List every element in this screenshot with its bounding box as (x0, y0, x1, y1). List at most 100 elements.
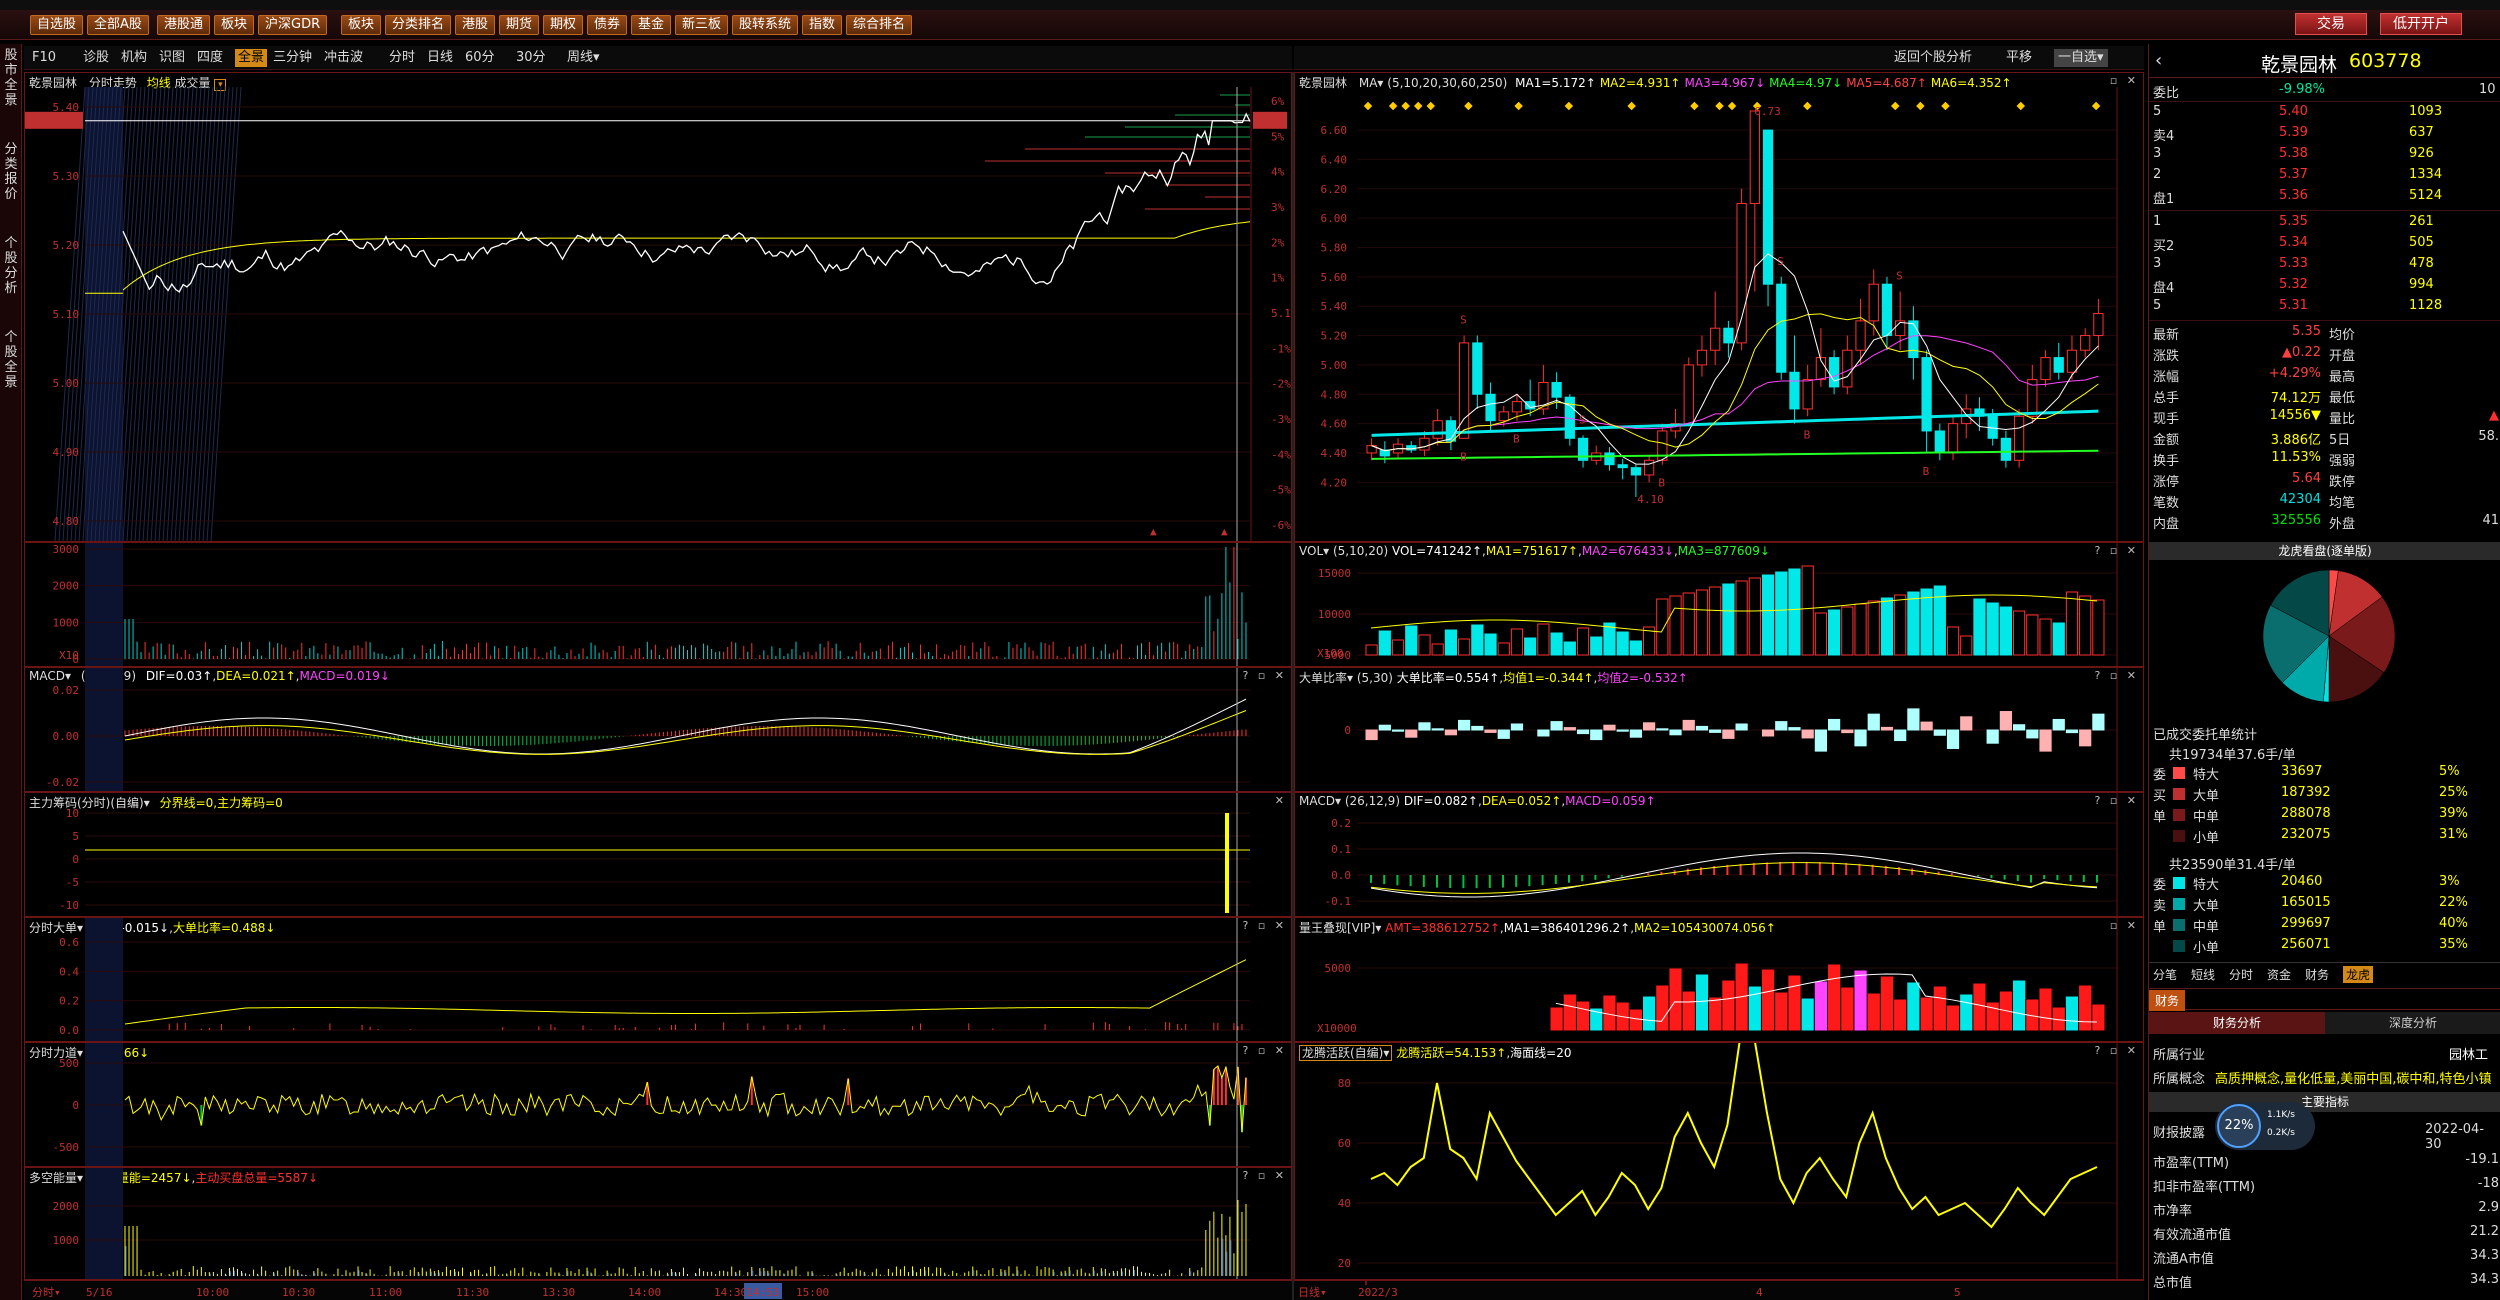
quote-tab-4[interactable]: 财务 (2305, 966, 2329, 983)
toolbar-item-11[interactable]: 30分 (516, 49, 546, 67)
zhuli-chart[interactable]: 10 5 0 -5 -10 (25, 793, 1291, 916)
net-up: 1.1K/s (2267, 1110, 2295, 1120)
ddb-bar (1431, 728, 1444, 731)
sell-volume-1[interactable]: 5124 (2409, 188, 2442, 203)
open-account-button[interactable]: 低开开户 (2380, 13, 2462, 35)
daily-macd-chart[interactable]: 0.2 0.1 0.0 -0.1 (1295, 793, 2143, 916)
sell-order-group: 共23590单31.4手/单委 特大 20460 3% 卖 大单 165015 22% 单 中单 2… (2149, 852, 2500, 962)
toolbar-item-0[interactable]: F10 (32, 49, 56, 67)
fin-tab[interactable]: 财务 (2149, 990, 2186, 1011)
ddb-bar (2026, 729, 2039, 739)
flat-button[interactable]: 平移 (2006, 49, 2032, 67)
daily-volume-chart[interactable]: 15000100005000X100 (1295, 543, 2143, 666)
toolbar-item-3[interactable]: 识图 (159, 49, 185, 67)
buy-volume-2[interactable]: 505 (2409, 235, 2434, 250)
menu-button-8[interactable]: 期货 (499, 15, 540, 35)
toolbar-item-4[interactable]: 四度 (197, 49, 223, 67)
sell-volume-3[interactable]: 926 (2409, 146, 2434, 161)
stat-value-4: 14556▼ (2269, 408, 2321, 423)
sell-volume-5[interactable]: 1093 (2409, 104, 2442, 119)
dlw-bar (1669, 968, 1682, 1031)
quote-tab-5[interactable]: 龙虎 (2343, 966, 2374, 983)
menu-button-11[interactable]: 基金 (631, 15, 672, 35)
buy-group-side-0: 委 (2153, 768, 2167, 783)
watchlist-dropdown[interactable]: 一自选▾ (2054, 49, 2108, 67)
sell-price-4: 5.39 (2279, 125, 2308, 140)
sidebar-tab-2[interactable]: 个股分析 (2, 236, 20, 296)
buy-volume-3[interactable]: 478 (2409, 256, 2434, 271)
back-arrow-icon[interactable]: ‹ (2155, 50, 2162, 71)
concept-value: 高质押概念,量化低量,美丽中国,碳中和,特色小镇 (2215, 1072, 2492, 1087)
quote-tab-0[interactable]: 分笔 (2153, 966, 2177, 983)
toolbar-item-5[interactable]: 全景 (235, 49, 268, 67)
sell-group-swatch-1 (2173, 898, 2185, 910)
menu-button-1[interactable]: 全部A股 (87, 15, 149, 35)
ddb-bar (1695, 725, 1709, 731)
toolbar-item-2[interactable]: 机构 (121, 49, 147, 67)
ddb-bar (1761, 729, 1775, 737)
fin-label-1: 扣非市盈率(TTM) (2153, 1180, 2256, 1195)
menu-button-5[interactable]: 板块 (341, 15, 382, 35)
intraday-price-chart[interactable]: 5.405.305.205.105.004.904.806%5%4%3%2%1%… (25, 73, 1291, 541)
dadan-chart[interactable]: 0.6 0.4 0.2 0.0 (25, 918, 1291, 1041)
quote-tab-1[interactable]: 短线 (2191, 966, 2215, 983)
toolbar-item-1[interactable]: 诊股 (83, 49, 109, 67)
divider (2149, 101, 2500, 102)
menu-button-13[interactable]: 股转系统 (732, 15, 799, 35)
sidebar-tab-1[interactable]: 分类报价 (2, 142, 20, 202)
ddb-bar (2013, 724, 2026, 731)
signal-diamond (1363, 101, 1373, 111)
duokong-chart[interactable]: 2000 1000 (25, 1168, 1291, 1279)
toolbar-item-7[interactable]: 冲击波 (324, 49, 363, 67)
intraday-volume-chart[interactable]: 3000200010000X10 (25, 543, 1291, 666)
dlw-bar (1709, 997, 1722, 1031)
zhuli-tick-label: -5 (66, 876, 79, 889)
buy-volume-5[interactable]: 1128 (2409, 298, 2442, 313)
daily-candlestick-chart[interactable]: 6.60 6.40 6.20 6.00 5.80 5.60 5.40 5.20 5.00 4.80… (1295, 73, 2143, 541)
menu-button-9[interactable]: 期权 (543, 15, 584, 35)
buy-volume-1[interactable]: 261 (2409, 214, 2434, 229)
daily-dadanbi-chart[interactable]: 0 (1295, 668, 2143, 791)
intraday-volume-panel: 3000 2000 1000 0 X10 (24, 542, 1292, 667)
sidebar-tab-0[interactable]: 股市全景 (2, 48, 20, 108)
menu-button-4[interactable]: 沪深GDR (258, 15, 328, 35)
menu-button-6[interactable]: 分类排名 (385, 15, 452, 35)
dvol-bar (1854, 603, 1867, 656)
sell-volume-4[interactable]: 637 (2409, 125, 2434, 140)
toolbar-item-8[interactable]: 分时 (389, 49, 415, 67)
quote-tab-3[interactable]: 资金 (2267, 966, 2291, 983)
pre-market-zone (85, 668, 123, 791)
signal-diamond (1464, 101, 1473, 111)
fin-subtab-deep[interactable]: 深度分析 (2325, 1012, 2500, 1034)
fin-subtab-analysis[interactable]: 财务分析 (2149, 1012, 2325, 1034)
menu-button-2[interactable]: 港股通 (157, 15, 211, 35)
menu-button-14[interactable]: 指数 (802, 15, 843, 35)
buy-volume-4[interactable]: 994 (2409, 277, 2434, 292)
sell-volume-2[interactable]: 1334 (2409, 167, 2442, 182)
daily-longteng-chart[interactable]: 80 60 40 20 (1295, 1043, 2143, 1279)
dvol-bar (1867, 600, 1880, 656)
trade-button[interactable]: 交易 (2295, 13, 2367, 35)
sidebar-tab-3[interactable]: 个股全景 (2, 330, 20, 390)
lidao-chart[interactable]: 500 0 -500 (25, 1043, 1291, 1166)
menu-button-10[interactable]: 债券 (587, 15, 628, 35)
pre-market-zone (85, 1168, 123, 1279)
toolbar-item-12[interactable]: 周线▾ (567, 49, 600, 67)
toolbar-item-9[interactable]: 日线 (427, 49, 453, 67)
quote-tab-2[interactable]: 分时 (2229, 966, 2253, 983)
back-to-analysis-button[interactable]: 返回个股分析 (1894, 49, 1972, 67)
menu-button-0[interactable]: 自选股 (30, 15, 84, 35)
intraday-macd-chart[interactable]: 0.02 0.00 -0.02 (25, 668, 1291, 791)
longhu-pie-chart[interactable] (2259, 566, 2399, 706)
toolbar-item-6[interactable]: 三分钟 (273, 49, 312, 67)
price-tick-label: 4.90 (53, 446, 80, 459)
toolbar-item-10[interactable]: 60分 (465, 49, 495, 67)
ddb-bar (1365, 729, 1378, 741)
menu-button-7[interactable]: 港股 (455, 15, 496, 35)
menu-button-12[interactable]: 新三板 (675, 15, 729, 35)
menu-button-3[interactable]: 板块 (214, 15, 255, 35)
daily-liangwang-chart[interactable]: 5000 X10000 (1295, 918, 2143, 1041)
candle-body (2053, 357, 2064, 373)
menu-button-15[interactable]: 综合排名 (846, 15, 913, 35)
low-label: 4.10 (1637, 493, 1664, 506)
